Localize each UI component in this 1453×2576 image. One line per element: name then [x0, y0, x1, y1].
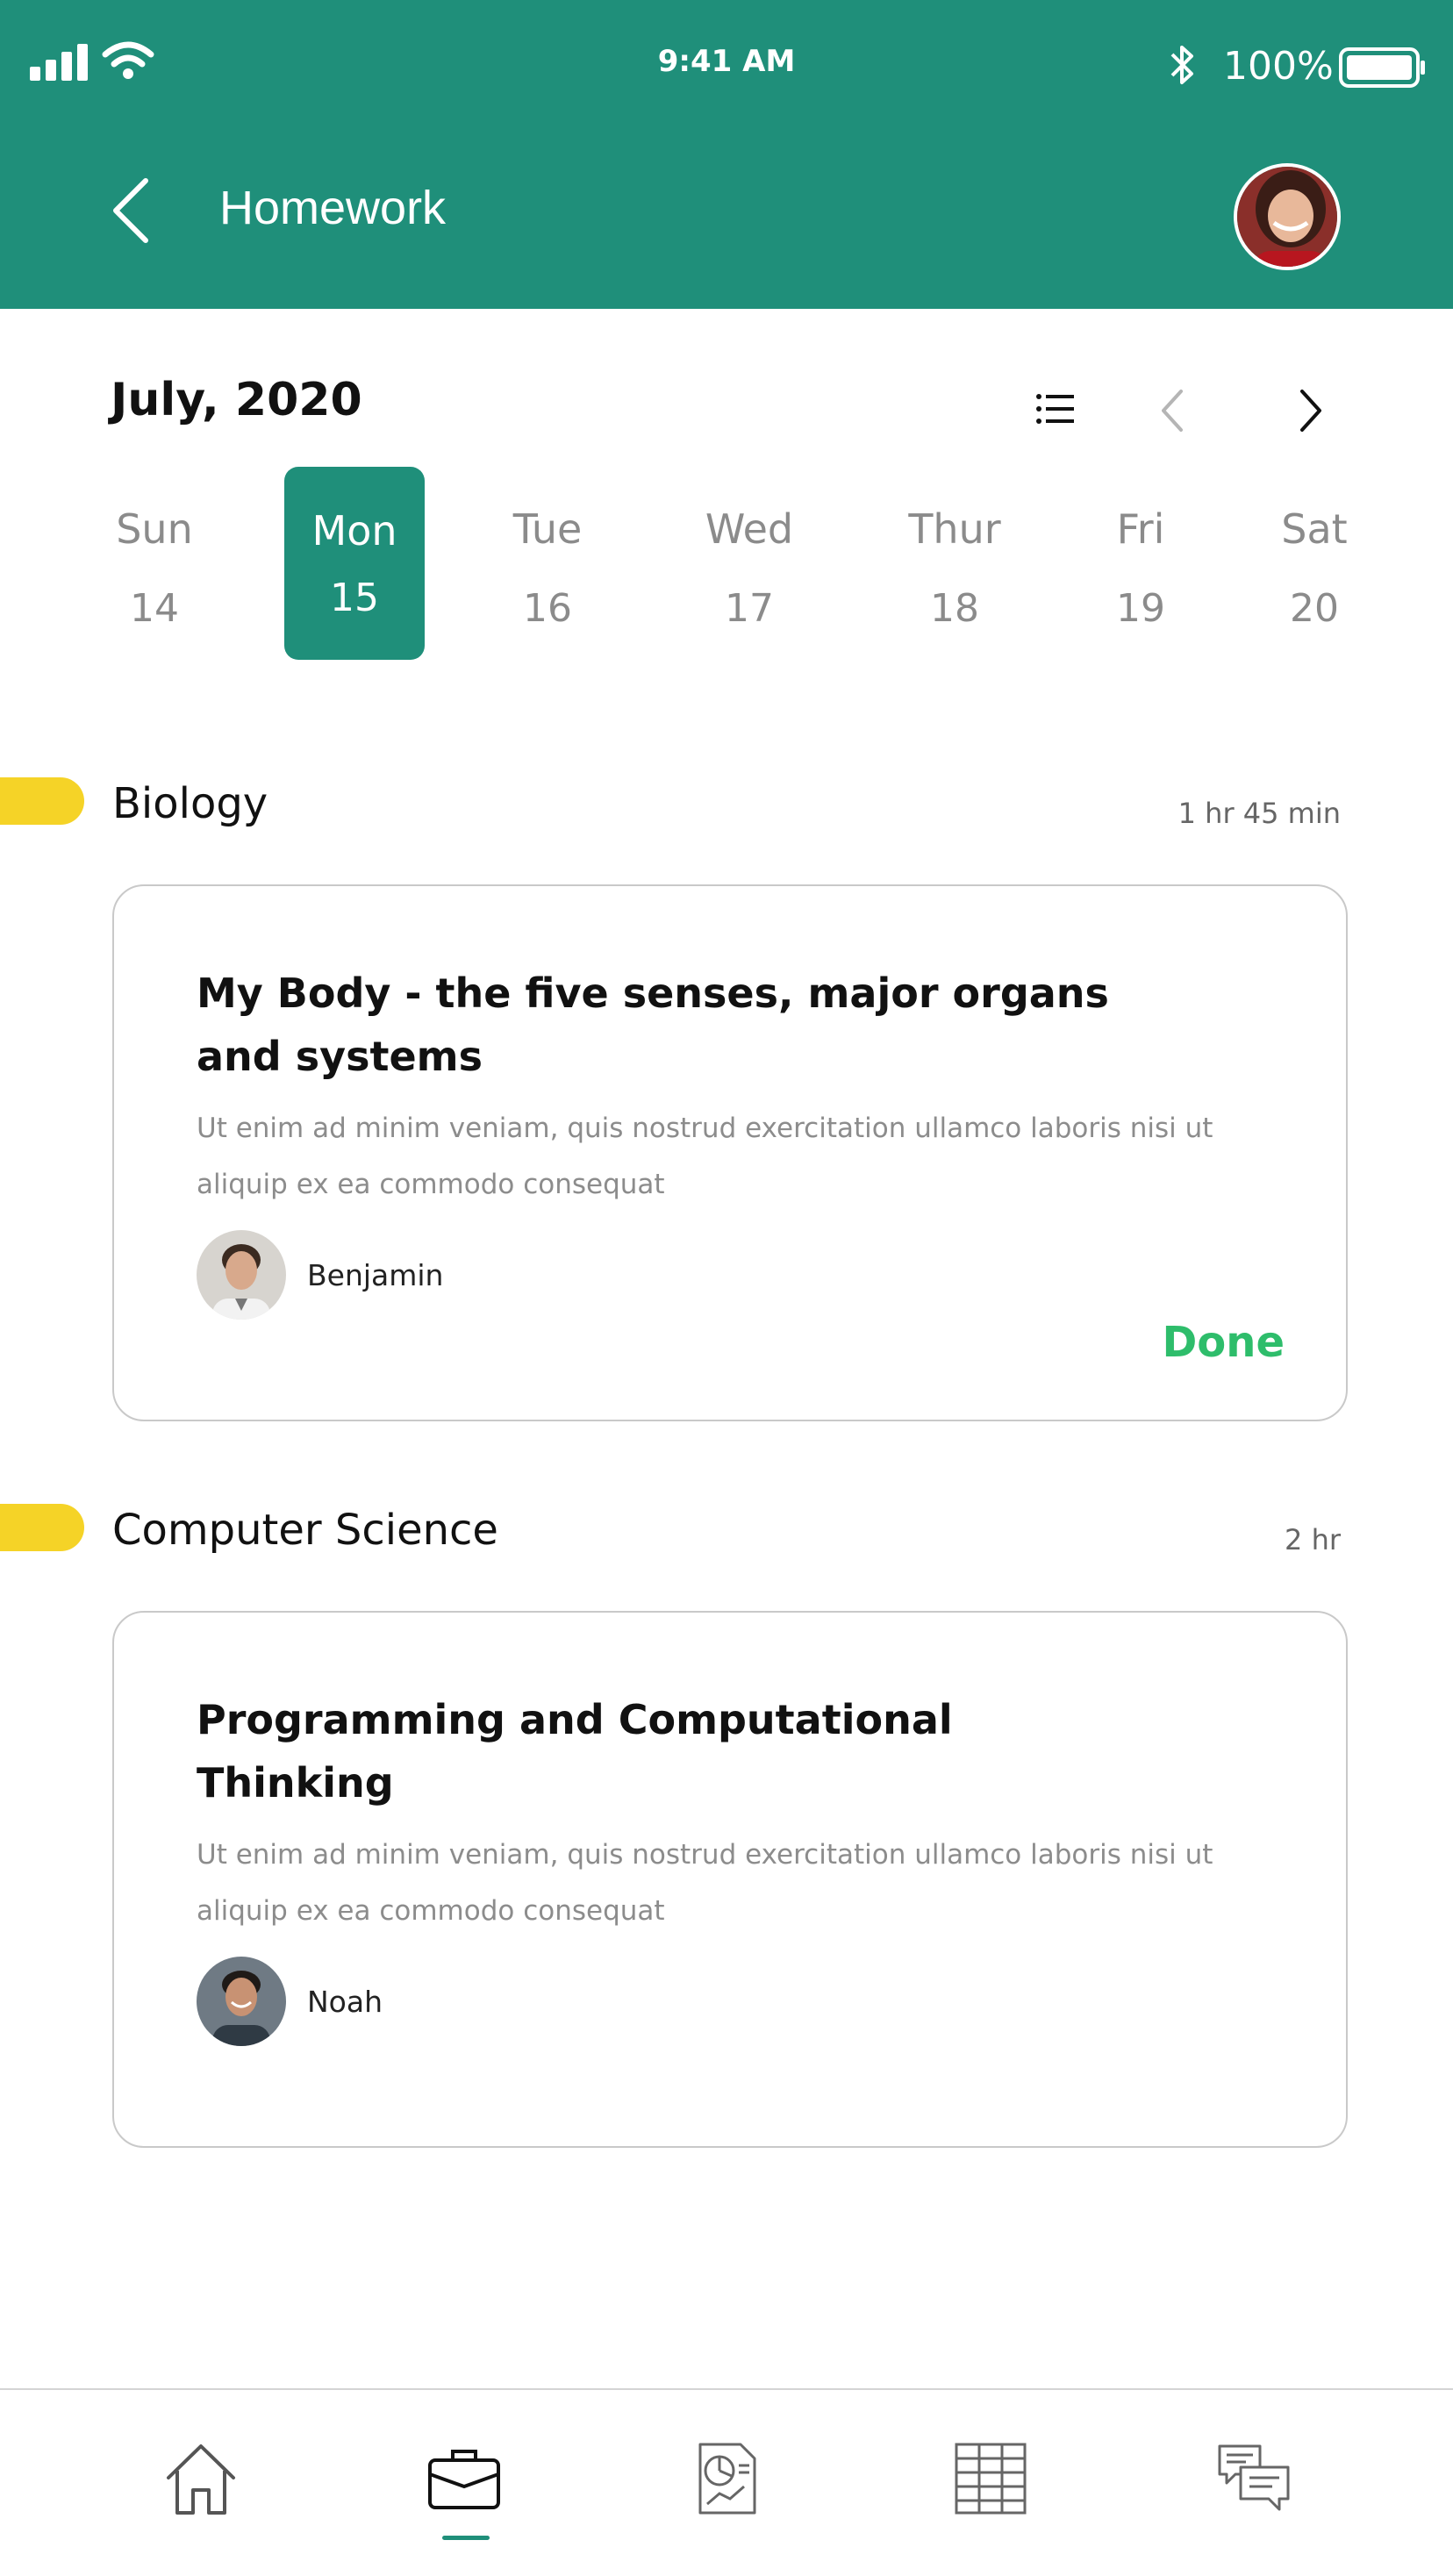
app-header: 9:41 AM 100% Homework: [0, 0, 1453, 309]
day-date: 18: [930, 586, 979, 631]
next-week-icon[interactable]: [1295, 386, 1327, 435]
day-date: 17: [725, 586, 774, 631]
day-date: 14: [130, 586, 179, 631]
day-tue[interactable]: Tue 16: [477, 467, 618, 660]
assignment-card[interactable]: My Body - the five senses, major organs …: [112, 884, 1348, 1421]
day-date: 20: [1290, 586, 1339, 631]
briefcase-icon[interactable]: [425, 2439, 504, 2518]
day-date: 16: [523, 586, 572, 631]
report-icon[interactable]: [688, 2439, 767, 2518]
day-name: Mon: [311, 507, 397, 555]
day-name: Sat: [1281, 505, 1348, 553]
subject-marker: [0, 777, 84, 825]
subject-marker: [0, 1504, 84, 1551]
chat-icon[interactable]: [1214, 2439, 1293, 2518]
author-avatar: [197, 1957, 286, 2046]
assignment-card[interactable]: Programming and Computational Thinking U…: [112, 1611, 1348, 2148]
battery-percent: 100%: [1223, 44, 1334, 89]
home-icon[interactable]: [161, 2439, 240, 2518]
day-date: 15: [330, 576, 379, 620]
assignment-title: Programming and Computational Thinking: [197, 1696, 953, 1807]
author-name: Noah: [307, 1985, 383, 2019]
assignment-description: Ut enim ad minim veniam, quis nostrud ex…: [197, 1839, 1213, 1927]
bottom-tab-bar: [0, 2388, 1453, 2576]
day-sun[interactable]: Sun 14: [84, 467, 225, 660]
author-photo-icon: [197, 1957, 286, 2046]
list-view-icon[interactable]: [1035, 391, 1076, 426]
timetable-icon[interactable]: [951, 2439, 1030, 2518]
subject-duration: 2 hr: [1285, 1523, 1341, 1556]
done-status-button[interactable]: Done: [1162, 1318, 1285, 1367]
battery-icon: [1339, 47, 1425, 88]
day-date: 19: [1116, 586, 1165, 631]
month-label: July, 2020: [111, 374, 362, 426]
day-name: Sun: [116, 505, 193, 553]
day-wed[interactable]: Wed 17: [679, 467, 820, 660]
day-thur[interactable]: Thur 18: [884, 467, 1025, 660]
active-tab-indicator: [442, 2536, 490, 2540]
subject-title: Computer Science: [112, 1506, 498, 1555]
author-name: Benjamin: [307, 1258, 444, 1292]
subject-title: Biology: [112, 779, 268, 828]
subject-duration: 1 hr 45 min: [1177, 797, 1341, 830]
author-avatar: [197, 1230, 286, 1320]
bluetooth-icon: [1170, 46, 1193, 84]
day-name: Fri: [1116, 505, 1165, 553]
profile-avatar[interactable]: [1234, 163, 1341, 270]
status-bar: 9:41 AM 100%: [0, 0, 1453, 132]
user-photo-icon: [1237, 167, 1337, 267]
page-title: Homework: [219, 182, 447, 234]
previous-week-icon[interactable]: [1156, 386, 1188, 435]
back-arrow-icon[interactable]: [105, 175, 158, 246]
day-name: Wed: [705, 505, 794, 553]
day-name: Tue: [512, 505, 583, 553]
day-mon-selected[interactable]: Mon 15: [284, 467, 425, 660]
author-photo-icon: [197, 1230, 286, 1320]
day-fri[interactable]: Fri 19: [1070, 467, 1211, 660]
day-sat[interactable]: Sat 20: [1244, 467, 1385, 660]
assignment-description: Ut enim ad minim veniam, quis nostrud ex…: [197, 1113, 1213, 1200]
assignment-title: My Body - the five senses, major organs …: [197, 970, 1109, 1080]
day-name: Thur: [908, 505, 1001, 553]
